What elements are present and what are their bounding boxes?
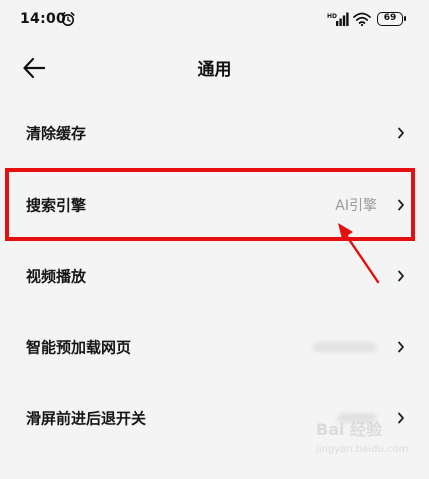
settings-item-smart-preload[interactable]: 智能预加载网页 [0,311,429,383]
settings-item-clear-cache[interactable]: 清除缓存 [0,97,429,169]
wifi-icon [353,12,371,26]
alarm-clock-icon [61,12,75,26]
watermark-url: jingyan.baidu.com [316,444,409,455]
battery-icon: 69 [377,12,406,26]
item-label: 滑屏前进后退开关 [26,409,147,428]
item-label: 视频播放 [26,267,87,286]
chevron-right-icon [398,270,404,282]
network-label: HD [327,13,337,20]
chevron-right-icon [398,127,404,139]
signal-icon: HD [327,12,349,26]
annotation-arrow-icon [338,223,380,284]
watermark: Bai 经验 jingyan.baidu.com [316,416,424,464]
status-bar: 14:00 HD 69 [0,0,429,40]
blurred-value [313,342,377,352]
item-label: 清除缓存 [26,124,87,143]
header: 通用 [0,40,429,96]
chevron-right-icon [398,341,404,353]
page-title: 通用 [197,60,232,80]
battery-level: 69 [383,13,397,23]
watermark-logo: Bai 经验 [316,420,383,439]
item-label: 智能预加载网页 [26,338,132,357]
